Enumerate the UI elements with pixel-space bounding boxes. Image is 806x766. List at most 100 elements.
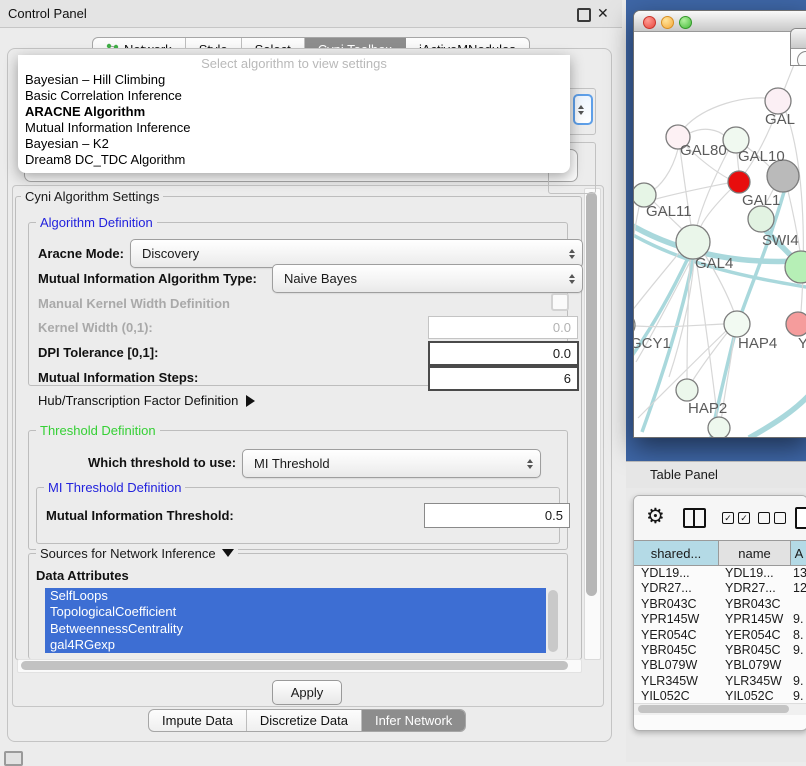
dock-panel-icon[interactable]: [4, 751, 23, 766]
dpi-tolerance-label: DPI Tolerance [0,1]:: [38, 345, 158, 360]
column-header-name[interactable]: name: [719, 541, 791, 565]
algorithm-option[interactable]: Bayesian – Hill Climbing: [18, 72, 570, 88]
dpi-tolerance-input[interactable]: 0.0: [428, 341, 579, 366]
network-edge[interactable]: [696, 259, 718, 422]
attribute-item-selected[interactable]: TopologicalCoefficient: [45, 604, 546, 620]
disclosure-closed-icon: [246, 395, 255, 407]
manual-kernel-width-label: Manual Kernel Width Definition: [38, 296, 230, 311]
network-edge[interactable]: [650, 149, 678, 192]
window-close-button[interactable]: [643, 16, 656, 29]
gear-icon[interactable]: ⚙: [646, 504, 665, 529]
network-window-titlebar[interactable]: [634, 11, 806, 32]
column-header-shared[interactable]: shared...: [634, 541, 719, 565]
scrollbar-thumb[interactable]: [21, 661, 568, 670]
document-icon[interactable]: [795, 507, 806, 529]
window-zoom-button[interactable]: [679, 16, 692, 29]
hub-definition-disclosure[interactable]: Hub/Transcription Factor Definition: [38, 393, 255, 408]
manual-kernel-width-checkbox[interactable]: [551, 293, 569, 311]
chevron-updown-icon: [569, 274, 575, 284]
node-label: GAL4: [695, 255, 733, 272]
table-row[interactable]: YER054CYER054C8.: [634, 628, 806, 643]
network-node-gal1[interactable]: [728, 171, 750, 193]
which-threshold-combo[interactable]: MI Threshold: [242, 449, 541, 478]
deselect-all-checkboxes-icon[interactable]: [758, 512, 786, 524]
table-row[interactable]: YBR045CYBR045C9.: [634, 643, 806, 658]
algorithm-combo-spinner[interactable]: [573, 94, 593, 125]
float-icon[interactable]: [577, 8, 591, 22]
settings-scrollbar[interactable]: [584, 188, 601, 660]
network-edge[interactable]: [684, 98, 774, 128]
data-attributes-list[interactable]: SelfLoops TopologicalCoefficient Between…: [45, 588, 546, 654]
split-columns-icon[interactable]: [683, 508, 706, 528]
algorithm-dropdown-placeholder: Select algorithm to view settings: [18, 55, 570, 72]
column-header-partial[interactable]: A: [791, 541, 806, 565]
chevron-updown-icon: [569, 249, 575, 259]
scrollbar-thumb[interactable]: [638, 705, 789, 713]
network-edge[interactable]: [656, 183, 728, 199]
control-panel-titlebar: Control Panel ✕: [0, 0, 622, 28]
algorithm-option-highlighted[interactable]: ARACNE Algorithm: [18, 104, 570, 120]
cyni-settings-group-title: Cyni Algorithm Settings: [21, 189, 163, 204]
table-row[interactable]: YBR043CYBR043C: [634, 597, 806, 612]
algorithm-dropdown-popup: Select algorithm to view settings Bayesi…: [18, 55, 570, 173]
chevron-updown-icon: [527, 459, 533, 469]
close-icon[interactable]: ✕: [597, 5, 609, 22]
scrollbar-thumb[interactable]: [586, 192, 597, 596]
background-window-fragment[interactable]: [790, 28, 806, 66]
algorithm-option[interactable]: Bayesian – K2: [18, 136, 570, 152]
network-node-hap2[interactable]: [676, 379, 698, 401]
attribute-item-selected[interactable]: gal4RGexp: [45, 637, 546, 653]
network-view-window[interactable]: GALGAL80GAL10GAL1GAL11SWI4GAL4GCY1HAP4YH…: [633, 10, 806, 438]
network-node[interactable]: [708, 417, 730, 437]
network-edge[interactable]: [701, 189, 731, 226]
algorithm-option[interactable]: Dream8 DC_TDC Algorithm: [18, 152, 570, 168]
tab-infer-network[interactable]: Infer Network: [362, 710, 465, 731]
network-edge[interactable]: [690, 129, 725, 136]
node-table-window[interactable]: ⚙ ✓✓ shared... name A YDL19...YDL19...13…: [633, 495, 806, 731]
sources-group-title[interactable]: Sources for Network Inference: [36, 546, 238, 561]
table-rows: YDL19...YDL19...13 YDR27...YDR27...12 YB…: [634, 566, 806, 703]
attribute-item-selected[interactable]: SelfLoops: [45, 588, 546, 604]
table-row[interactable]: YPR145WYPR145W9.: [634, 612, 806, 627]
tab-impute-data[interactable]: Impute Data: [149, 710, 247, 731]
table-row[interactable]: YIL052CYIL052C9.: [634, 689, 806, 703]
node-label: HAP4: [738, 335, 777, 352]
settings-hscrollbar[interactable]: [17, 659, 582, 673]
threshold-definition-title: Threshold Definition: [36, 423, 160, 438]
tab-discretize-data[interactable]: Discretize Data: [247, 710, 362, 731]
attribute-list-scrollbar[interactable]: [548, 590, 558, 652]
table-toolbar: ⚙ ✓✓: [634, 496, 806, 540]
algorithm-option[interactable]: Basic Correlation Inference: [18, 88, 570, 104]
mi-steps-label: Mutual Information Steps:: [38, 370, 198, 385]
kernel-width-input[interactable]: 0.0: [428, 316, 578, 339]
table-row[interactable]: YDR27...YDR27...12: [634, 581, 806, 596]
algorithm-option[interactable]: Mutual Information Inference: [18, 120, 570, 136]
mi-threshold-input[interactable]: 0.5: [424, 503, 570, 528]
table-row[interactable]: YLR345WYLR345W9.: [634, 674, 806, 689]
network-edge[interactable]: [749, 392, 806, 437]
chevron-updown-icon: [578, 105, 584, 115]
network-edge[interactable]: [634, 253, 679, 316]
node-label: GAL1: [742, 192, 780, 209]
network-node-swi4[interactable]: [748, 206, 774, 232]
node-label: GCY1: [634, 335, 671, 352]
mi-algorithm-type-combo[interactable]: Naive Bayes: [272, 264, 583, 293]
network-node-y[interactable]: [786, 312, 806, 336]
select-all-checkboxes-icon[interactable]: ✓✓: [722, 512, 750, 524]
table-hscrollbar[interactable]: [634, 703, 806, 715]
window-minimize-button[interactable]: [661, 16, 674, 29]
background-window-node: [797, 51, 806, 66]
network-edge[interactable]: [634, 207, 639, 313]
network-node-gal4[interactable]: [676, 225, 710, 259]
attribute-item-selected[interactable]: BetweennessCentrality: [45, 621, 546, 637]
node-label: GAL11: [646, 203, 692, 220]
table-row[interactable]: YBL079WYBL079W: [634, 658, 806, 673]
network-node-gcy1[interactable]: [634, 313, 635, 337]
apply-button[interactable]: Apply: [272, 680, 342, 705]
network-graph[interactable]: GALGAL80GAL10GAL1GAL11SWI4GAL4GCY1HAP4YH…: [634, 32, 806, 437]
network-edge[interactable]: [635, 324, 724, 327]
node-label: GAL: [765, 111, 795, 128]
mi-steps-input[interactable]: 6: [428, 366, 579, 391]
network-node-hap4[interactable]: [724, 311, 750, 337]
table-row[interactable]: YDL19...YDL19...13: [634, 566, 806, 581]
